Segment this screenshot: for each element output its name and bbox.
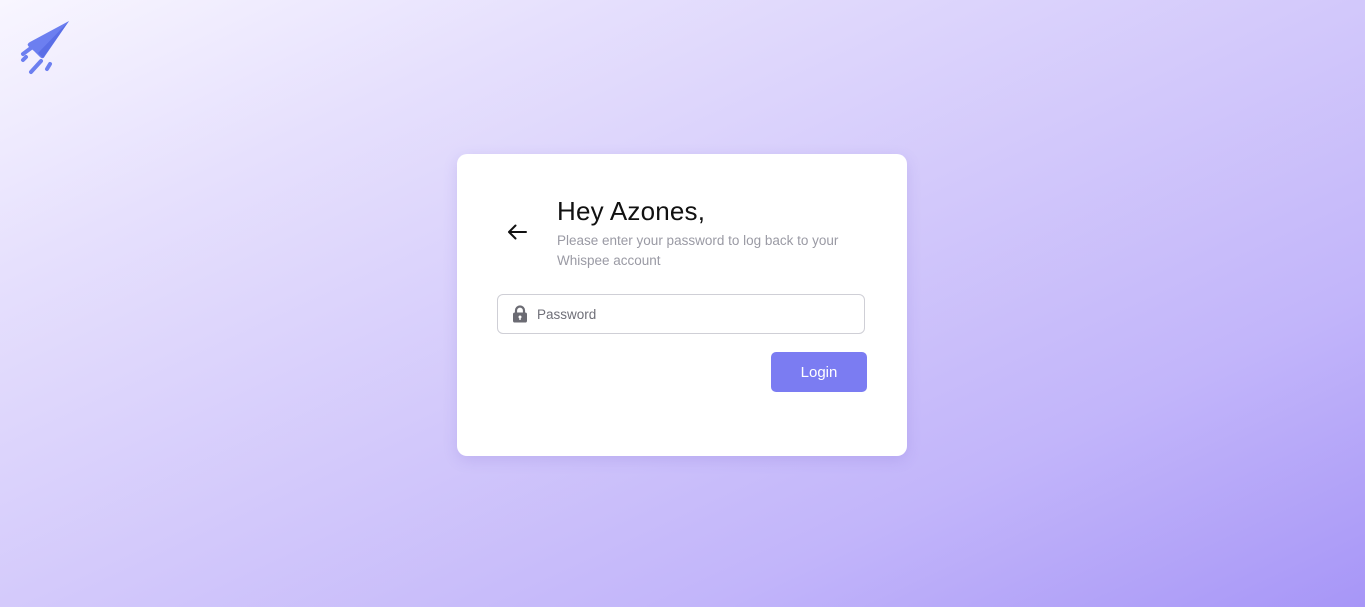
logo-icon[interactable] (20, 20, 72, 76)
arrow-left-icon (508, 224, 527, 240)
login-card: Hey Azones, Please enter your password t… (457, 154, 907, 456)
login-button[interactable]: Login (771, 352, 867, 392)
greeting-title: Hey Azones, (557, 196, 706, 226)
password-field[interactable] (497, 294, 865, 334)
login-page: Hey Azones, Please enter your password t… (0, 0, 1365, 607)
lock-icon (511, 305, 529, 323)
greeting-subtitle: Please enter your password to log back t… (557, 233, 839, 268)
back-button[interactable] (503, 218, 531, 246)
password-input[interactable] (537, 296, 864, 332)
